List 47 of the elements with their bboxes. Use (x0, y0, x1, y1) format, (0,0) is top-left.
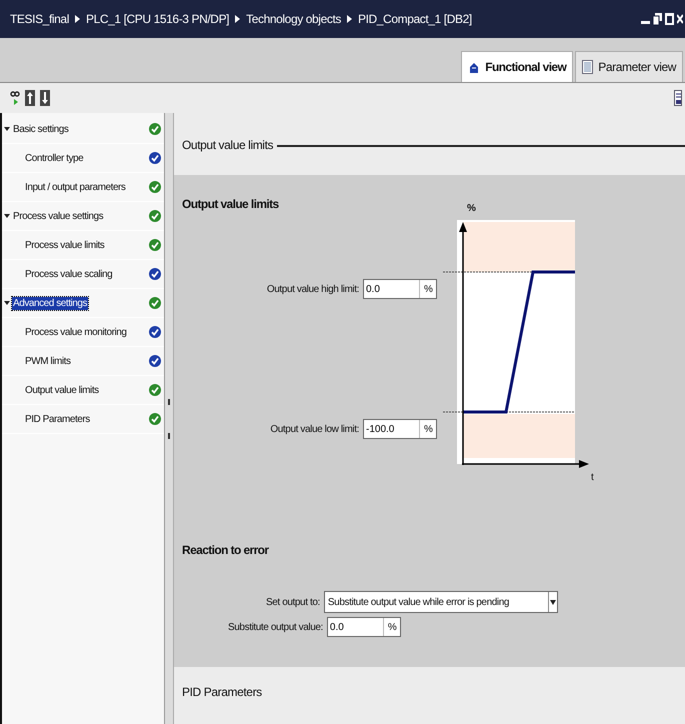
upload-icon[interactable] (25, 90, 35, 106)
tree-item[interactable]: Process value scaling (24, 268, 114, 280)
input-field[interactable]: 0.0 % (363, 279, 437, 299)
breadcrumb-item[interactable]: PLC_1 [CPU 1516-3 PN/DP] (86, 12, 230, 26)
panel-icon[interactable] (674, 90, 682, 106)
section-title: PID Parameters (182, 685, 262, 699)
tree-item[interactable]: Input / output parameters (24, 180, 126, 194)
collapse-icon[interactable] (4, 213, 10, 219)
separator-icon (74, 15, 80, 23)
tree-item[interactable]: Advanced settings (12, 296, 88, 310)
tree-item[interactable]: Process value settings (12, 210, 104, 222)
download-icon[interactable] (40, 90, 50, 106)
breadcrumb-item[interactable]: Technology objects (246, 12, 341, 26)
maximize-icon[interactable] (665, 13, 674, 25)
field-label: Set output to: (266, 596, 320, 608)
tree-item[interactable]: PWM limits (24, 354, 72, 368)
tree-item[interactable]: Controller type (24, 152, 84, 164)
tree-item[interactable]: Output value limits (24, 384, 100, 396)
restore-icon[interactable] (653, 13, 662, 25)
splitter-grip-icon[interactable] (168, 398, 170, 438)
field-label: Output value low limit: (270, 424, 359, 434)
separator-icon (235, 15, 240, 23)
tree-item[interactable]: Process value monitoring (24, 326, 128, 338)
table-icon (582, 60, 594, 74)
breadcrumb-item[interactable]: TESIS_final (10, 12, 69, 26)
panel-title: Reaction to error (182, 543, 268, 557)
section-title: Output value limits (182, 138, 274, 152)
close-icon[interactable] (677, 13, 683, 25)
field-label: Substitute output value: (228, 622, 323, 632)
axis-label: % (467, 203, 477, 214)
dropdown-arrow-icon[interactable] (548, 592, 557, 612)
tree-item[interactable]: Process value limits (24, 238, 106, 252)
input-field[interactable]: -100.0 % (363, 419, 437, 439)
field-label: Output value high limit: (266, 284, 359, 294)
collapse-icon[interactable] (4, 300, 10, 306)
tree-item[interactable]: Basic settings (12, 122, 70, 136)
breadcrumb-item[interactable]: PID_Compact_1 [DB2] (358, 12, 472, 26)
view-tab[interactable]: Parameter view (575, 51, 683, 82)
axis-label: t (591, 472, 594, 483)
tree-item[interactable]: PID Parameters (24, 412, 91, 426)
view-tab[interactable]: Functional view (461, 51, 574, 82)
connect-icon[interactable] (10, 91, 20, 105)
collapse-icon[interactable] (4, 126, 10, 132)
input-field[interactable]: 0.0 % (326, 617, 401, 637)
separator-icon (346, 15, 352, 23)
panel-title: Output value limits (182, 197, 279, 211)
dropdown[interactable]: Substitute output value while error is pending (324, 591, 558, 613)
